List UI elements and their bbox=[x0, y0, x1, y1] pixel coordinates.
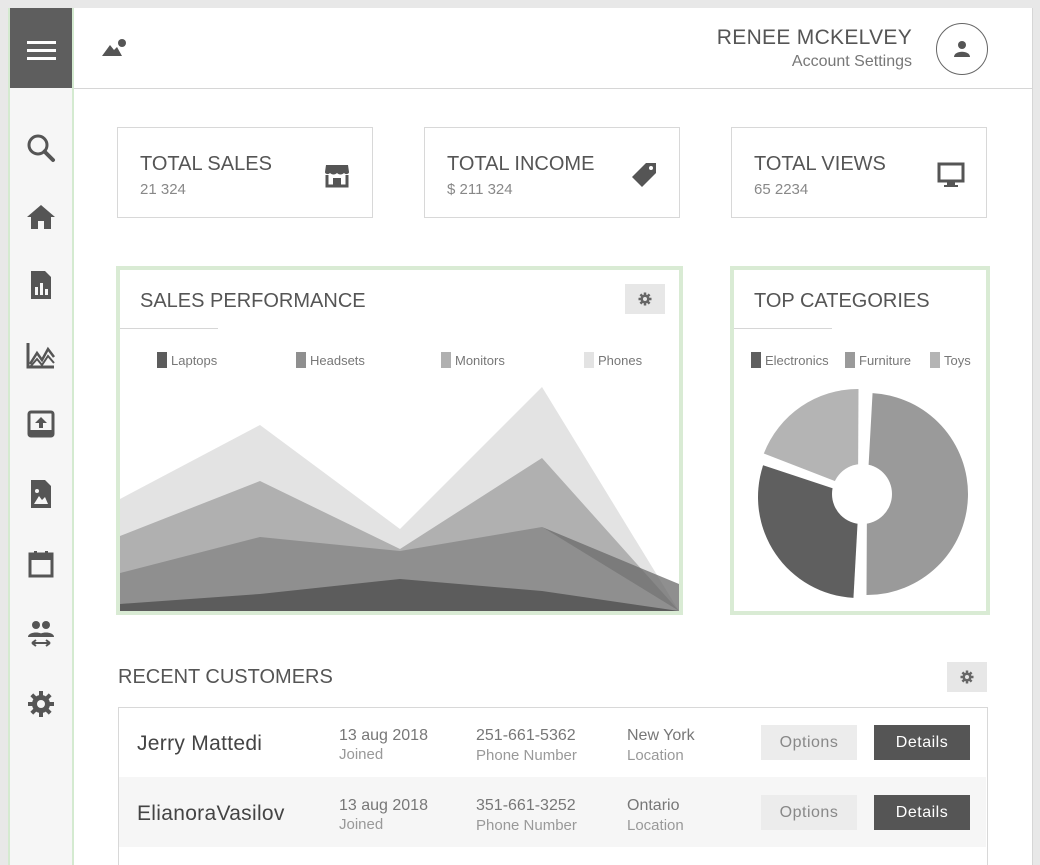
table-row: Jerry Mattedi 13 aug 2018 Joined 251-661… bbox=[119, 708, 986, 778]
details-button[interactable]: Details bbox=[874, 795, 970, 830]
legend-label: Toys bbox=[944, 352, 971, 368]
panel-title: TOP CATEGORIES bbox=[754, 290, 930, 312]
legend-label: Electronics bbox=[765, 352, 829, 368]
top-categories-panel: TOP CATEGORIES Electronics Furniture Toy… bbox=[730, 266, 990, 615]
title-divider bbox=[734, 328, 832, 329]
price-tag-icon bbox=[629, 160, 659, 190]
customers-table: Jerry Mattedi 13 aug 2018 Joined 251-661… bbox=[118, 707, 988, 865]
stat-title: TOTAL SALES bbox=[140, 153, 272, 175]
stat-card-total-views: TOTAL VIEWS 65 2234 bbox=[731, 127, 987, 218]
gear-icon[interactable] bbox=[22, 685, 60, 723]
details-button[interactable]: Details bbox=[874, 725, 970, 760]
monitor-icon bbox=[936, 160, 966, 190]
panel-title: SALES PERFORMANCE bbox=[140, 290, 366, 312]
joined-label: Joined bbox=[339, 816, 384, 833]
legend-label: Headsets bbox=[310, 352, 365, 368]
search-icon[interactable] bbox=[22, 129, 60, 167]
legend-item-monitors: Monitors bbox=[441, 352, 505, 368]
phone-number: 351-661-3252 bbox=[476, 797, 576, 814]
legend-label: Phones bbox=[598, 352, 643, 368]
legend-item-laptops: Laptops bbox=[157, 352, 217, 368]
hamburger-icon-line bbox=[27, 49, 56, 52]
donut-chart bbox=[758, 389, 968, 598]
calendar-icon[interactable] bbox=[22, 545, 60, 583]
hamburger-icon bbox=[27, 41, 56, 44]
location-label: Location bbox=[627, 747, 684, 764]
stat-title: TOTAL INCOME bbox=[447, 153, 595, 175]
gear-icon bbox=[638, 292, 652, 306]
top-header: RENEE MCKELVEY Account Settings bbox=[74, 8, 1032, 89]
stat-value: 65 2234 bbox=[754, 181, 809, 198]
line-chart-icon[interactable] bbox=[22, 336, 60, 374]
store-icon bbox=[322, 160, 352, 190]
legend-label: Furniture bbox=[859, 352, 912, 368]
section-title: RECENT CUSTOMERS bbox=[118, 666, 333, 688]
location: New York bbox=[627, 727, 695, 744]
phone-label: Phone Number bbox=[476, 747, 577, 764]
image-file-icon[interactable] bbox=[22, 475, 60, 513]
user-icon bbox=[954, 41, 970, 57]
table-row: ElianoraVasilov 13 aug 2018 Joined 351-6… bbox=[119, 777, 986, 847]
report-icon[interactable] bbox=[22, 266, 60, 304]
gear-icon bbox=[960, 670, 974, 684]
legend-item-phones: Phones bbox=[584, 352, 642, 368]
stat-title: TOTAL VIEWS bbox=[754, 153, 886, 175]
legend-item-furniture: Furniture bbox=[845, 352, 911, 368]
phone-label: Phone Number bbox=[476, 817, 577, 834]
joined-date: 13 aug 2018 bbox=[339, 727, 428, 744]
stat-value: $ 211 324 bbox=[447, 181, 513, 198]
legend-label: Monitors bbox=[455, 352, 505, 368]
customers-settings-button[interactable] bbox=[947, 662, 987, 692]
joined-date: 13 aug 2018 bbox=[339, 797, 428, 814]
title-divider bbox=[120, 328, 218, 329]
location: Ontario bbox=[627, 797, 680, 814]
legend-item-toys: Toys bbox=[930, 352, 971, 368]
chart-settings-button[interactable] bbox=[625, 284, 665, 314]
location-label: Location bbox=[627, 817, 684, 834]
legend-label: Laptops bbox=[171, 352, 218, 368]
transfer-users-icon[interactable] bbox=[22, 614, 60, 652]
options-button[interactable]: Options bbox=[761, 795, 857, 830]
account-settings-link[interactable]: Account Settings bbox=[792, 53, 912, 71]
donut-hole bbox=[832, 464, 892, 524]
stat-card-total-sales: TOTAL SALES 21 324 bbox=[117, 127, 373, 218]
upload-icon[interactable] bbox=[22, 405, 60, 443]
avatar[interactable] bbox=[936, 23, 988, 75]
customer-name: Jerry Mattedi bbox=[137, 732, 263, 755]
joined-label: Joined bbox=[339, 746, 384, 763]
menu-button[interactable] bbox=[10, 8, 72, 88]
sales-performance-panel: SALES PERFORMANCE Laptops Headsets Monit… bbox=[116, 266, 683, 615]
home-icon[interactable] bbox=[22, 198, 60, 236]
hamburger-icon-line bbox=[27, 57, 56, 60]
user-name: RENEE MCKELVEY bbox=[716, 26, 912, 49]
area-chart bbox=[120, 387, 679, 611]
legend-item-headsets: Headsets bbox=[296, 352, 365, 368]
phone-number: 251-661-5362 bbox=[476, 727, 576, 744]
stat-card-total-income: TOTAL INCOME $ 211 324 bbox=[424, 127, 680, 218]
stat-value: 21 324 bbox=[140, 181, 186, 198]
logo-icon[interactable] bbox=[101, 38, 127, 63]
options-button[interactable]: Options bbox=[761, 725, 857, 760]
legend-item-electronics: Electronics bbox=[751, 352, 829, 368]
customer-name: ElianoraVasilov bbox=[137, 802, 285, 825]
